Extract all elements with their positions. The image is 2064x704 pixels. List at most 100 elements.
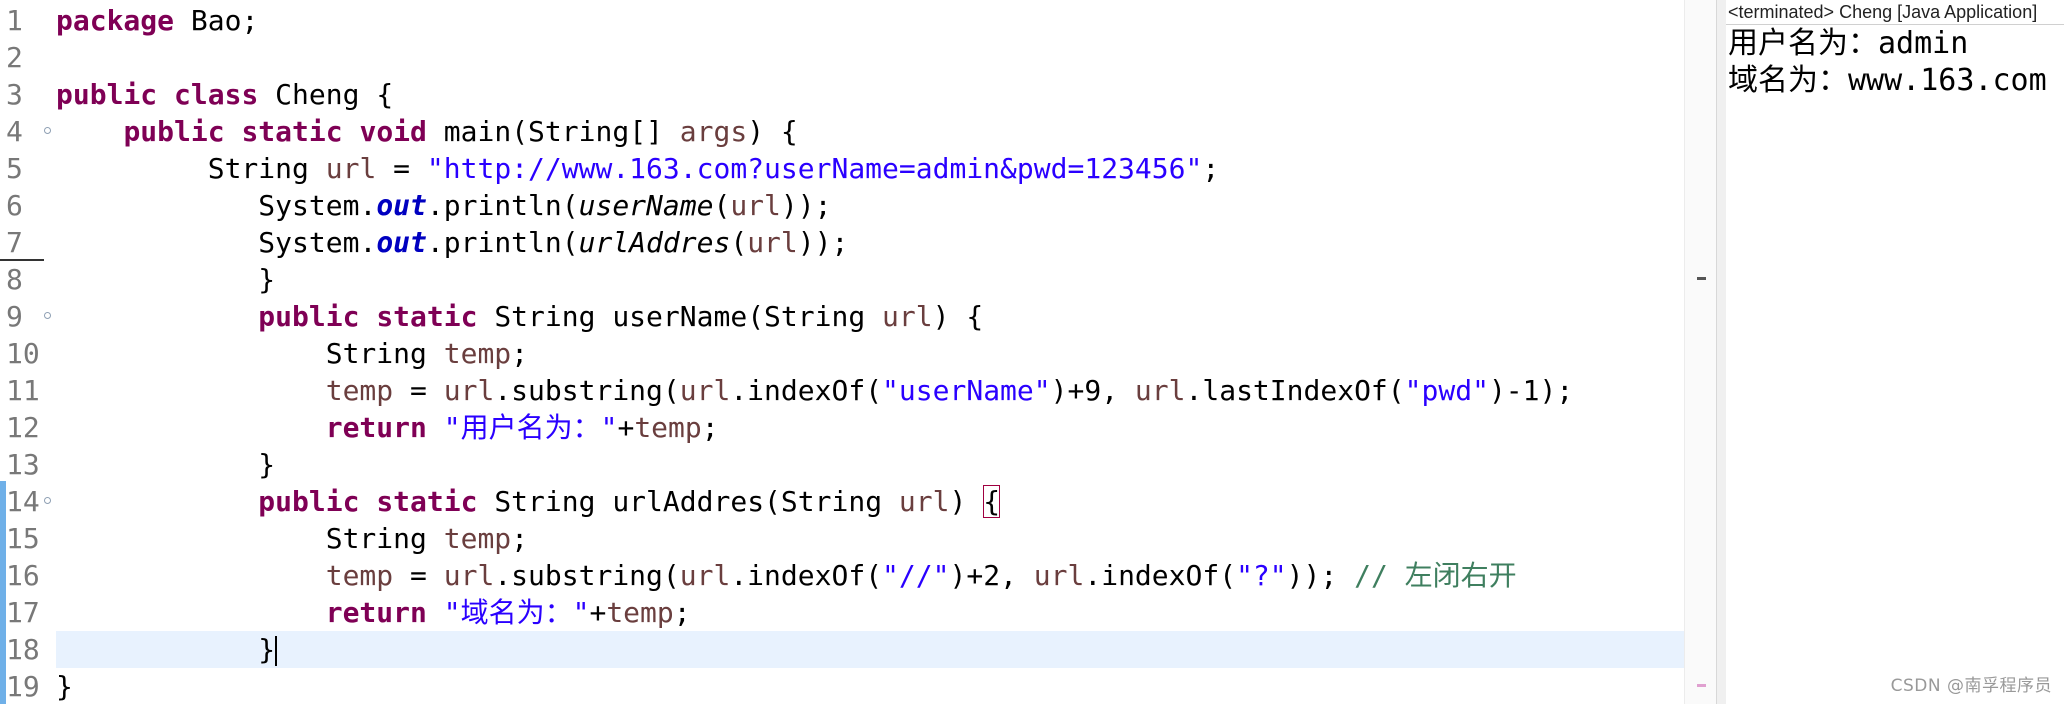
- line-number-gutter: 1 2 3 4 5 6 7 8 9 10 11 12 13 14 15 16 1…: [0, 0, 56, 704]
- code-line-6[interactable]: System.out.println(userName(url));: [56, 187, 1684, 224]
- code-line-14[interactable]: public static String urlAddres(String ur…: [56, 483, 1684, 520]
- line-number: 1: [6, 4, 23, 37]
- code-line-11[interactable]: temp = url.substring(url.indexOf("userNa…: [56, 372, 1684, 409]
- overview-ruler[interactable]: [1684, 0, 1716, 704]
- operator: =: [393, 374, 444, 407]
- comment: // 左闭右开: [1354, 559, 1517, 592]
- local-variable: temp: [443, 337, 512, 370]
- string-literal: "pwd": [1404, 374, 1489, 407]
- keyword: public: [123, 115, 225, 148]
- keyword: public: [258, 300, 360, 333]
- line-number: 17: [6, 596, 40, 629]
- pane-splitter[interactable]: [1716, 0, 1726, 704]
- code-text: ));: [797, 226, 849, 259]
- line-number-foldable[interactable]: 4: [0, 113, 56, 150]
- local-variable: temp: [443, 522, 512, 555]
- code-line-7[interactable]: System.out.println(urlAddres(url));: [56, 224, 1684, 261]
- operator: +: [617, 411, 635, 444]
- code-line-18-current[interactable]: }: [56, 631, 1684, 668]
- line-number: 6: [6, 189, 23, 222]
- console-output-line: 用户名为：admin: [1728, 26, 1969, 61]
- code-text: ) {: [747, 115, 798, 148]
- keyword: class: [174, 78, 259, 111]
- code-line-17[interactable]: return "域名为："+temp;: [56, 594, 1684, 631]
- code-line-5[interactable]: String url = "http://www.163.com?userNam…: [56, 150, 1684, 187]
- type: String: [207, 152, 326, 185]
- fold-toggle-icon[interactable]: [44, 127, 51, 134]
- code-text: ;: [701, 411, 719, 444]
- code-line-9[interactable]: public static String userName(String url…: [56, 298, 1684, 335]
- local-variable: url: [730, 189, 781, 222]
- local-variable: url: [443, 559, 495, 592]
- line-number: 15: [6, 522, 40, 555]
- line-number: 10: [6, 337, 40, 370]
- line-number: 8: [6, 263, 23, 296]
- string-literal: "?": [1236, 559, 1287, 592]
- keyword: static: [376, 485, 478, 518]
- method-call: .lastIndexOf(: [1185, 374, 1405, 407]
- code-line-15[interactable]: String temp;: [56, 520, 1684, 557]
- fold-toggle-icon[interactable]: [44, 312, 51, 319]
- code-editor[interactable]: 1 2 3 4 5 6 7 8 9 10 11 12 13 14 15 16 1…: [0, 0, 1684, 704]
- local-variable: temp: [325, 559, 394, 592]
- code-line-12[interactable]: return "用户名为："+temp;: [56, 409, 1684, 446]
- static-method: userName: [578, 189, 714, 222]
- line-number-foldable[interactable]: 14: [0, 483, 56, 520]
- line-number: 14: [6, 485, 40, 518]
- local-variable: url: [1033, 559, 1085, 592]
- string-literal: "userName": [882, 374, 1051, 407]
- code-text: )+2,: [949, 559, 1034, 592]
- line-number: 13: [6, 448, 40, 481]
- code-line-13[interactable]: }: [56, 446, 1684, 483]
- code-text: ) {: [932, 300, 984, 333]
- code-text: ;: [511, 522, 529, 555]
- operator: =: [393, 559, 444, 592]
- code-line-3[interactable]: public class Cheng {: [56, 76, 1684, 113]
- line-number: 9: [6, 300, 23, 333]
- code-area[interactable]: package Bao; public class Cheng { public…: [56, 0, 1684, 704]
- static-field: out: [376, 226, 427, 259]
- code-text: ));: [1286, 559, 1355, 592]
- code-text: }: [258, 633, 276, 666]
- overview-marker[interactable]: [1697, 277, 1706, 280]
- method-call: .indexOf(: [730, 559, 883, 592]
- code-text: ;: [1202, 152, 1220, 185]
- code-line-10[interactable]: String temp;: [56, 335, 1684, 372]
- fold-toggle-icon[interactable]: [44, 497, 51, 504]
- code-text: ;: [511, 337, 529, 370]
- static-field: out: [376, 189, 427, 222]
- code-text: ));: [780, 189, 832, 222]
- code-line-19[interactable]: }: [56, 668, 1684, 704]
- code-text: }: [258, 448, 276, 481]
- class-ref: System.: [258, 189, 377, 222]
- code-line-8[interactable]: }: [56, 261, 1684, 298]
- method-call: .indexOf(: [730, 374, 883, 407]
- code-text: main(String[]: [426, 115, 680, 148]
- overview-marker[interactable]: [1697, 684, 1706, 687]
- line-number-foldable[interactable]: 9: [0, 298, 56, 335]
- code-text: ;: [673, 596, 691, 629]
- line-number: 12: [6, 411, 40, 444]
- line-number: 16: [6, 559, 40, 592]
- line-number: 3: [6, 78, 23, 111]
- code-line-16[interactable]: temp = url.substring(url.indexOf("//")+2…: [56, 557, 1684, 594]
- code-text: (: [730, 226, 748, 259]
- console-view[interactable]: <terminated> Cheng [Java Application] 用户…: [1726, 0, 2064, 704]
- code-text: (: [713, 189, 731, 222]
- local-variable: url: [1134, 374, 1186, 407]
- keyword: void: [359, 115, 427, 148]
- code-line-1[interactable]: package Bao;: [56, 2, 1684, 39]
- code-line-4[interactable]: public static void main(String[] args) {: [56, 113, 1684, 150]
